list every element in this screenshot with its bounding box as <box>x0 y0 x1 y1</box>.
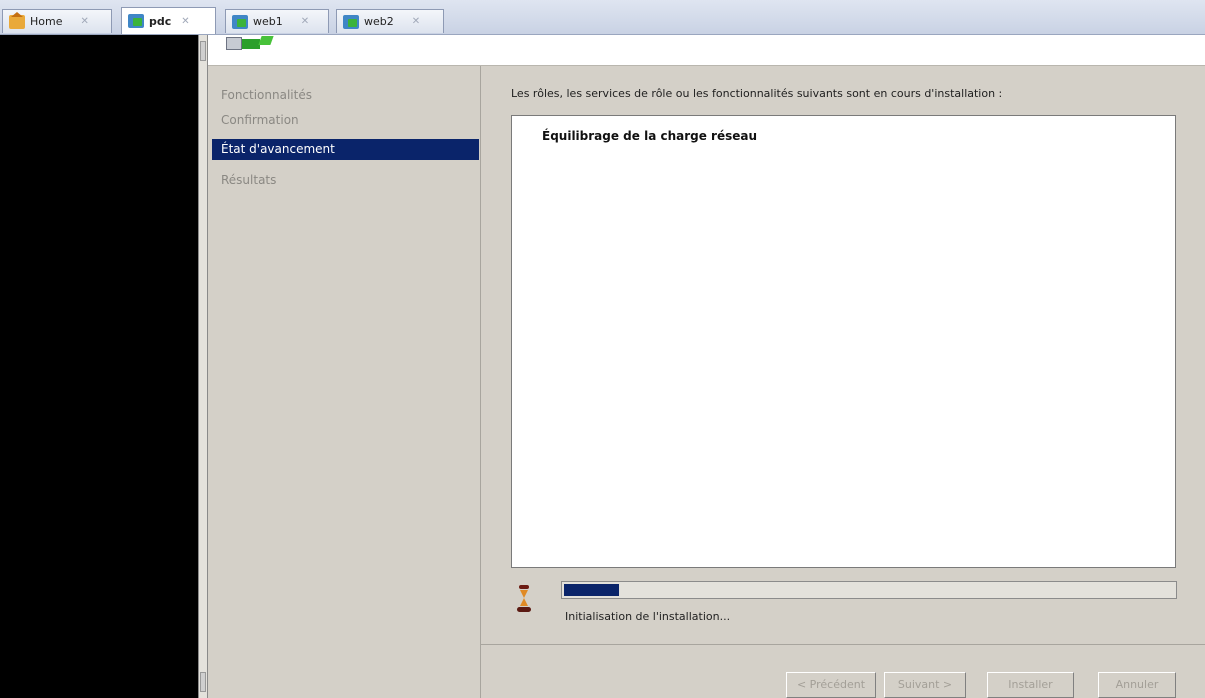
progress-bar <box>561 581 1177 599</box>
close-icon[interactable]: ✕ <box>181 16 189 27</box>
tab-label: web1 <box>253 15 283 28</box>
list-item: Équilibrage de la charge réseau <box>542 129 758 143</box>
tab-web2[interactable]: web2 ✕ <box>336 9 444 33</box>
vm-icon <box>232 14 248 29</box>
installation-list[interactable]: Équilibrage de la charge réseau <box>511 115 1176 568</box>
tab-label: web2 <box>364 15 394 28</box>
tab-label: pdc <box>149 14 172 28</box>
scrollbar-handle[interactable] <box>200 41 206 61</box>
vertical-scrollbar[interactable] <box>198 35 208 698</box>
tab-label: Home <box>30 15 63 28</box>
nav-item-confirmation[interactable]: Confirmation <box>212 110 479 131</box>
wizard-nav: Fonctionnalités Confirmation État d'avan… <box>208 66 480 698</box>
tab-strip: Home ✕ pdc ✕ web1 ✕ web2 ✕ <box>0 0 1205 35</box>
progress-fill <box>564 584 619 596</box>
tab-pdc[interactable]: pdc ✕ <box>121 7 216 34</box>
install-button[interactable]: Installer <box>987 672 1074 698</box>
server-manager-icon <box>226 35 274 50</box>
divider <box>481 644 1205 645</box>
vm-console-area[interactable] <box>0 35 198 698</box>
scrollbar-handle[interactable] <box>200 672 206 692</box>
tab-web1[interactable]: web1 ✕ <box>225 9 329 33</box>
home-icon <box>9 11 25 29</box>
close-icon[interactable]: ✕ <box>80 16 88 27</box>
installation-description: Les rôles, les services de rôle ou les f… <box>511 87 1003 100</box>
nav-item-fonctionnalites[interactable]: Fonctionnalités <box>212 85 479 106</box>
close-icon[interactable]: ✕ <box>301 16 309 27</box>
nav-item-etat-avancement[interactable]: État d'avancement <box>212 139 479 160</box>
wizard-header <box>208 35 1205 66</box>
tab-home[interactable]: Home ✕ <box>2 9 112 33</box>
nav-item-resultats[interactable]: Résultats <box>212 170 479 191</box>
progress-status: Initialisation de l'installation... <box>565 610 731 623</box>
previous-button[interactable]: < Précédent <box>786 672 876 698</box>
cancel-button[interactable]: Annuler <box>1098 672 1176 698</box>
wizard-content: Les rôles, les services de rôle ou les f… <box>481 66 1205 698</box>
close-icon[interactable]: ✕ <box>412 16 420 27</box>
vm-icon <box>128 14 144 28</box>
vm-icon <box>343 14 359 29</box>
next-button[interactable]: Suivant > <box>884 672 966 698</box>
wizard-buttons: < Précédent Suivant > Installer Annuler <box>481 668 1205 698</box>
hourglass-icon <box>516 585 532 615</box>
